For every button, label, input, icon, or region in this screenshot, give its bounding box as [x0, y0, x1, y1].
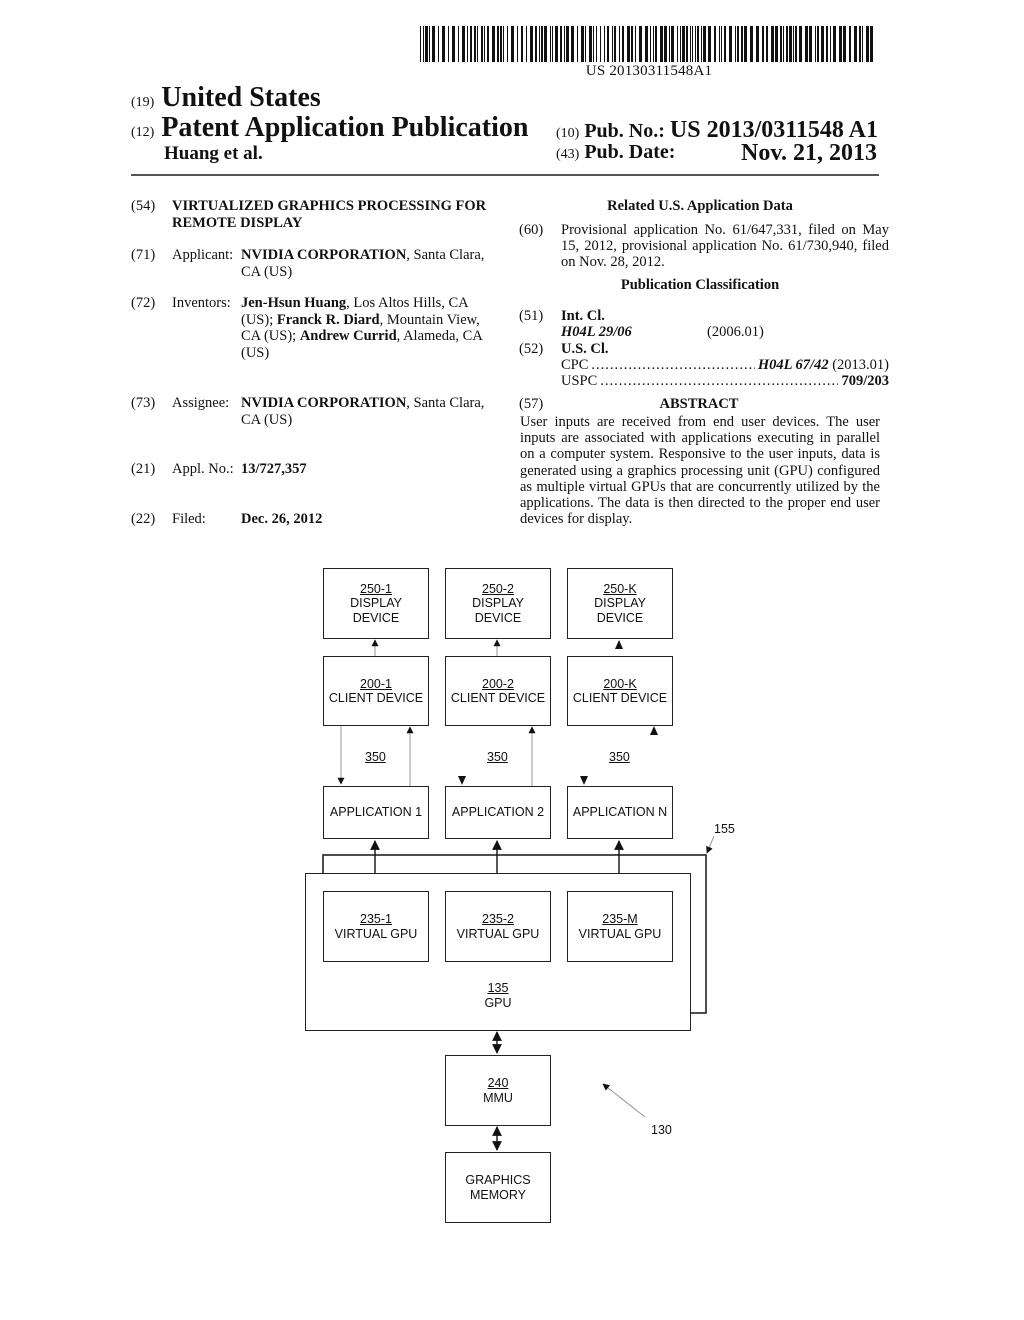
client-to-app-arrowhead	[458, 776, 466, 785]
gpu-ref: 135	[487, 981, 509, 995]
display-device-box: 250-1 DISPLAY DEVICE	[323, 568, 429, 639]
virtual-gpu-label: VIRTUAL GPU	[578, 926, 662, 941]
client-device-box: 200-K CLIENT DEVICE	[567, 656, 673, 726]
mmu-label: MMU	[483, 1090, 513, 1105]
gpu-label: GPU	[484, 995, 512, 1010]
display-device-ref: 250-1	[360, 581, 392, 596]
display-device-box: 250-2 DISPLAY DEVICE	[445, 568, 551, 639]
virtual-gpu-box: 235-2 VIRTUAL GPU	[445, 891, 551, 962]
application-label: APPLICATION N	[572, 805, 668, 820]
system-ref: 130	[651, 1123, 672, 1137]
client-device-label: CLIENT DEVICE	[572, 691, 668, 705]
mmu-ref: 240	[487, 1076, 509, 1090]
link-ref: 350	[365, 750, 386, 764]
client-device-ref: 200-K	[603, 676, 637, 691]
client-device-ref: 200-2	[482, 676, 514, 691]
application-box: APPLICATION N	[567, 786, 673, 839]
display-device-label: DEVICE	[596, 610, 644, 625]
graphics-memory-label: MEMORY	[469, 1187, 527, 1202]
display-device-box: 250-K DISPLAY DEVICE	[567, 568, 673, 639]
display-device-label: DEVICE	[352, 610, 400, 625]
gpu-stack-ref: 155	[714, 822, 735, 836]
client-device-box: 200-2 CLIENT DEVICE	[445, 656, 551, 726]
display-device-label: DISPLAY	[350, 596, 402, 611]
display-device-label: DISPLAY	[472, 596, 524, 611]
system-leader	[602, 1083, 646, 1118]
virtual-gpu-ref: 235-2	[482, 912, 514, 926]
application-box: APPLICATION 2	[445, 786, 551, 839]
graphics-memory-box: GRAPHICS MEMORY	[445, 1152, 551, 1223]
app-to-client-arrowhead	[650, 726, 658, 735]
application-box: APPLICATION 1	[323, 786, 429, 839]
display-device-ref: 250-2	[482, 581, 514, 596]
application-label: APPLICATION 1	[329, 805, 423, 820]
client-device-label: CLIENT DEVICE	[450, 691, 546, 705]
figure: 250-1 DISPLAY DEVICE 250-2 DISPLAY DEVIC…	[0, 0, 1024, 1320]
client-to-display-arrowhead	[615, 640, 623, 649]
virtual-gpu-ref: 235-1	[360, 912, 392, 926]
virtual-gpu-box: 235-M VIRTUAL GPU	[567, 891, 673, 962]
display-device-label: DEVICE	[474, 610, 522, 625]
client-device-label: CLIENT DEVICE	[328, 691, 424, 705]
virtual-gpu-ref: 235-M	[602, 912, 638, 926]
display-device-ref: 250-K	[603, 581, 637, 596]
client-device-ref: 200-1	[360, 676, 392, 691]
link-ref: 350	[609, 750, 630, 764]
graphics-memory-label: GRAPHICS	[465, 1173, 531, 1187]
gpu-stack-leader	[706, 835, 715, 854]
virtual-gpu-label: VIRTUAL GPU	[456, 926, 540, 941]
application-label: APPLICATION 2	[451, 805, 545, 820]
mmu-box: 240 MMU	[445, 1055, 551, 1126]
display-device-label: DISPLAY	[594, 596, 646, 611]
link-ref: 350	[487, 750, 508, 764]
virtual-gpu-label: VIRTUAL GPU	[334, 926, 418, 941]
client-to-app-arrowhead	[580, 776, 588, 785]
virtual-gpu-box: 235-1 VIRTUAL GPU	[323, 891, 429, 962]
client-device-box: 200-1 CLIENT DEVICE	[323, 656, 429, 726]
